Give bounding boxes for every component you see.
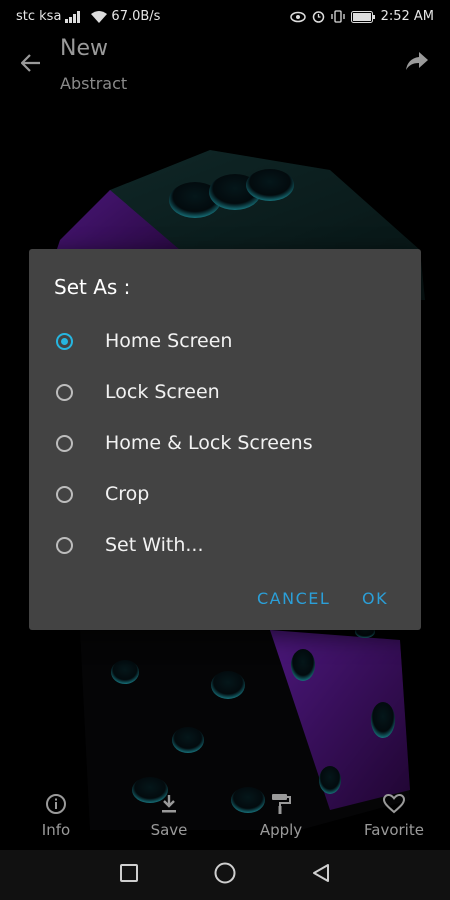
system-navigation-bar <box>0 850 450 900</box>
option-set-with[interactable]: Set With... <box>29 523 421 567</box>
favorite-label: Favorite <box>364 821 424 839</box>
triangle-back-icon <box>311 863 331 887</box>
option-lock-screen[interactable]: Lock Screen <box>29 370 421 414</box>
page-title: New <box>60 36 108 61</box>
info-icon <box>45 793 67 819</box>
download-icon <box>160 794 178 818</box>
home-button[interactable] <box>213 862 237 888</box>
info-label: Info <box>41 821 71 839</box>
option-label: Crop <box>105 483 150 505</box>
square-icon <box>120 864 138 886</box>
app-bar: New Abstract <box>0 34 450 100</box>
option-label: Lock Screen <box>105 381 220 403</box>
favorite-button[interactable]: Favorite <box>349 790 439 848</box>
alarm-icon <box>312 10 325 23</box>
info-button[interactable]: Info <box>11 790 101 848</box>
circle-icon <box>214 862 236 888</box>
signal-icon <box>65 10 87 23</box>
network-speed: 67.0B/s <box>111 9 161 24</box>
page-subtitle: Abstract <box>60 74 128 93</box>
set-as-dialog: Set As : Home Screen Lock Screen Home & … <box>29 249 421 630</box>
bottom-action-bar: Info Save Apply Favorite <box>0 790 450 848</box>
nav-back-button[interactable] <box>309 863 333 887</box>
option-crop[interactable]: Crop <box>29 472 421 516</box>
radio-set-with[interactable] <box>56 536 73 554</box>
back-button[interactable] <box>16 50 46 80</box>
heart-outline-icon <box>382 793 406 818</box>
save-label: Save <box>150 821 188 839</box>
option-home-screen[interactable]: Home Screen <box>29 319 421 363</box>
eye-icon <box>289 11 306 23</box>
apply-label: Apply <box>259 821 303 839</box>
radio-home-screen[interactable] <box>56 332 73 350</box>
option-label: Home Screen <box>105 330 233 352</box>
carrier-name: stc ksa <box>16 9 62 24</box>
share-button[interactable] <box>402 48 432 78</box>
radio-lock-screen[interactable] <box>56 383 73 401</box>
dialog-title: Set As : <box>54 275 131 299</box>
save-button[interactable]: Save <box>124 790 214 848</box>
wifi-icon <box>91 10 108 23</box>
back-arrow-icon <box>20 54 41 76</box>
radio-crop[interactable] <box>56 485 73 503</box>
option-label: Set With... <box>105 534 204 556</box>
apply-button[interactable]: Apply <box>236 790 326 848</box>
recents-button[interactable] <box>117 863 141 887</box>
ok-button[interactable]: OK <box>362 589 388 608</box>
share-arrow-icon <box>406 52 428 74</box>
vibrate-icon <box>330 10 345 23</box>
status-bar: stc ksa 67.0B/s 2:52 AM <box>0 0 450 34</box>
cancel-button[interactable]: CANCEL <box>257 589 330 608</box>
battery-icon <box>350 10 375 23</box>
option-home-and-lock-screens[interactable]: Home & Lock Screens <box>29 421 421 465</box>
clock: 2:52 AM <box>380 9 434 24</box>
option-label: Home & Lock Screens <box>105 432 313 454</box>
radio-home-and-lock-screens[interactable] <box>56 434 73 452</box>
paint-roller-icon <box>271 793 291 819</box>
